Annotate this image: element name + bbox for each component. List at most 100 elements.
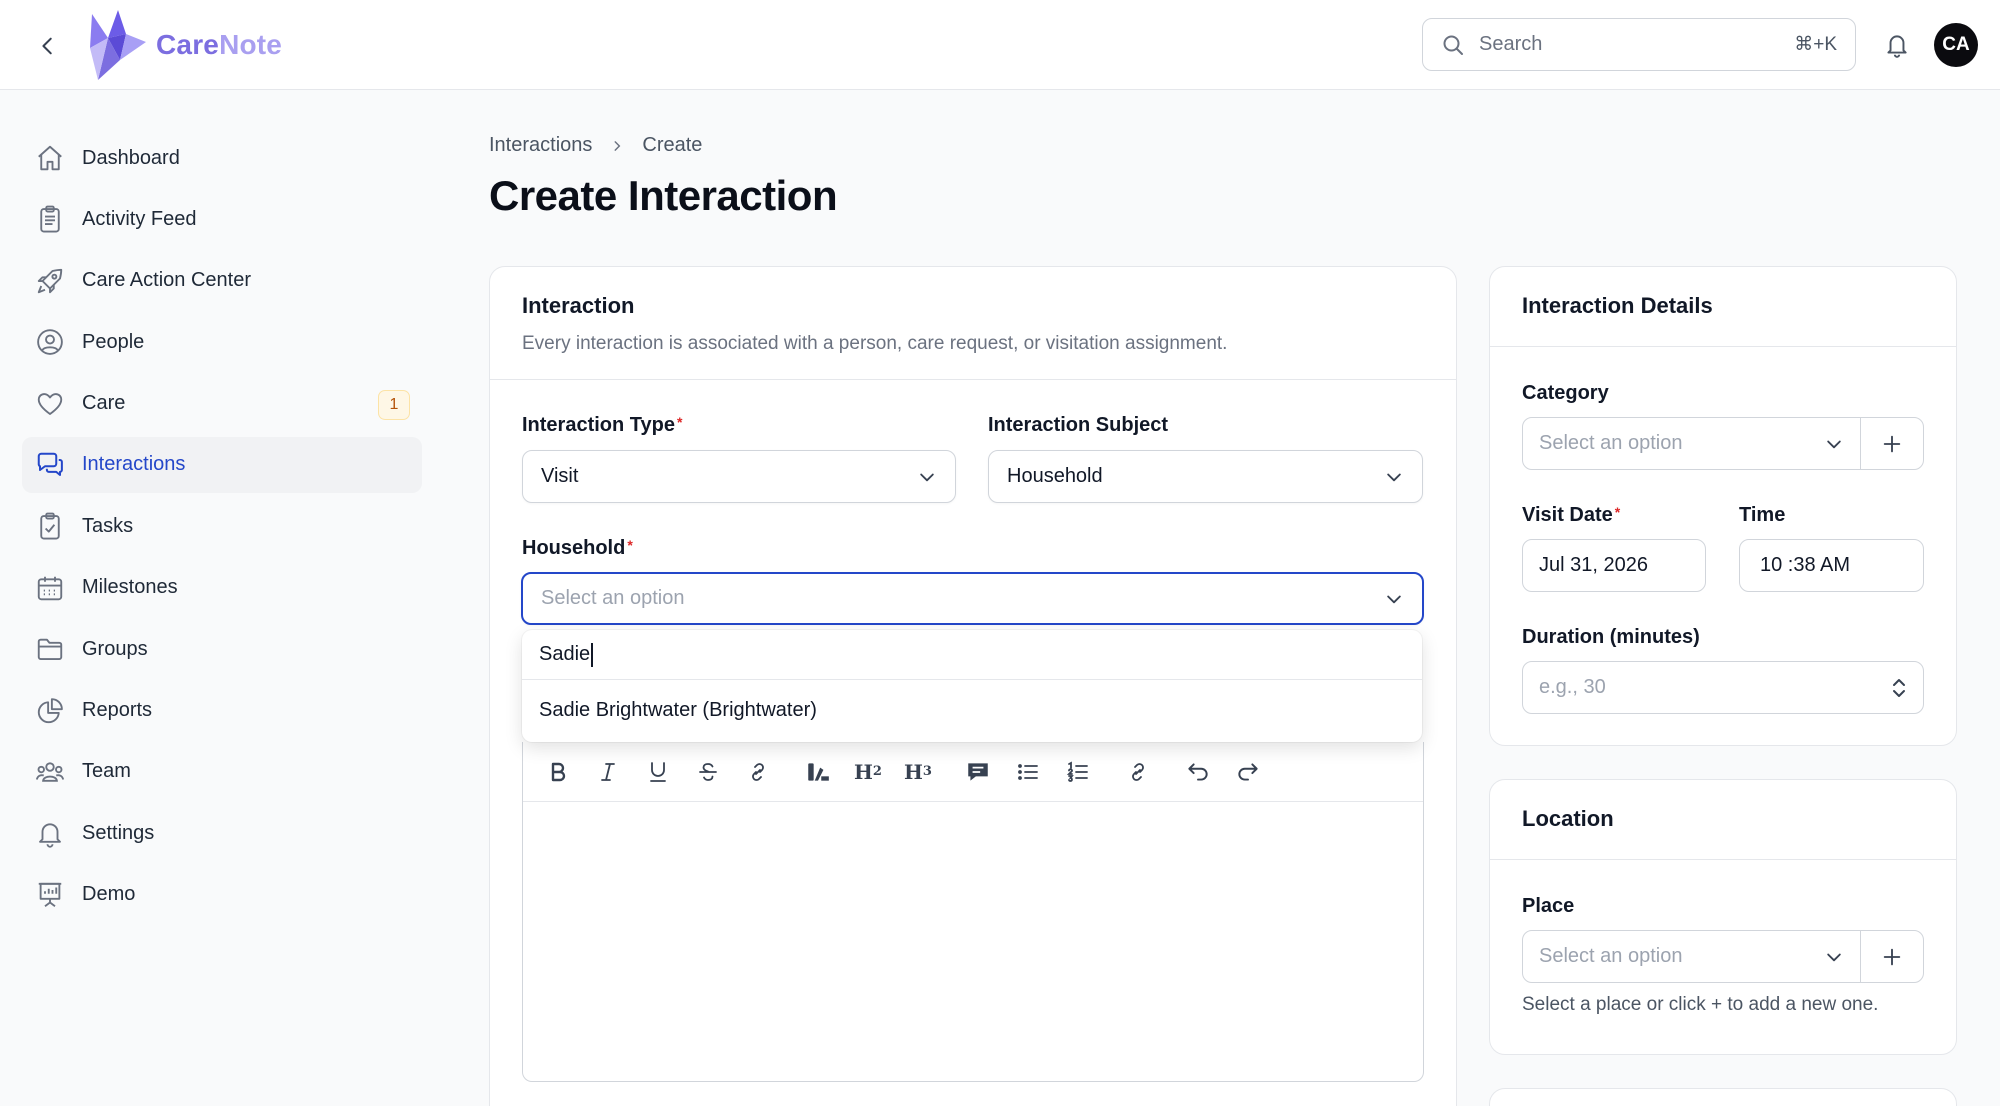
sidebar-item-people[interactable]: People [22,314,422,370]
visit-date-input[interactable]: Jul 31, 2026 [1522,539,1706,592]
place-placeholder: Select an option [1539,945,1683,967]
sidebar-item-label: Interactions [82,453,186,476]
sidebar-item-groups[interactable]: Groups [22,621,422,677]
sidebar-item-label: Demo [82,883,136,906]
bullet-list-icon [1018,763,1038,780]
heading-2-button[interactable]: H2 [847,751,889,793]
sidebar-item-label: People [82,330,145,353]
duration-placeholder: e.g., 30 [1539,676,1606,698]
quote-button[interactable] [957,751,999,793]
paperclip-link-icon [1132,762,1144,781]
sidebar-item-label: Team [82,760,131,783]
next-card-partial [1489,1088,1957,1106]
add-place-button[interactable] [1861,931,1923,982]
attach-button[interactable] [1117,751,1159,793]
place-combo: Select an option [1522,930,1924,983]
chevron-down-icon [1827,440,1841,448]
sidebar-item-milestones[interactable]: Milestones [22,560,422,616]
chevron-right-icon [610,139,624,153]
household-select[interactable]: Select an option [521,572,1424,625]
location-header: Location [1490,780,1956,860]
avatar[interactable]: CA [1934,23,1978,67]
rocket-icon [34,265,66,297]
interaction-details-title: Interaction Details [1522,293,1713,318]
interaction-type-label: Interaction Type * [522,414,683,436]
sidebar-item-interactions[interactable]: Interactions [22,436,422,493]
notifications-button[interactable] [1878,26,1916,64]
duration-label: Duration (minutes) [1522,626,1700,648]
chevron-down-icon [1387,595,1401,603]
chevron-down-icon [1387,473,1401,481]
strikethrough-button[interactable] [687,751,729,793]
sidebar-item-care-action-center[interactable]: Care Action Center [22,253,422,309]
category-label: Category [1522,382,1609,404]
interaction-subject-value: Household [1007,465,1103,487]
redo-icon [1238,762,1258,781]
bell-icon [1887,35,1907,58]
category-select[interactable]: Select an option [1523,418,1861,469]
underline-icon [650,761,666,782]
household-option[interactable]: Sadie Brightwater (Brightwater) [522,680,1422,740]
household-search-text: Sadie [539,643,591,665]
pie-chart-icon [34,695,66,727]
duration-input[interactable]: e.g., 30 [1522,661,1924,714]
redo-button[interactable] [1227,751,1269,793]
brand-logo[interactable]: CareNote [86,8,282,82]
time-input[interactable]: 10 :38 AM [1739,539,1924,592]
editor-toolbar: H2 H3 [523,742,1423,802]
stepper-icon[interactable] [1891,676,1907,700]
sidebar-item-settings[interactable]: Settings [22,805,422,861]
required-asterisk: * [1614,504,1621,520]
highlight-button[interactable] [797,751,839,793]
sidebar-item-demo[interactable]: Demo [22,867,422,923]
bell-settings-icon [34,817,66,849]
required-asterisk: * [677,414,683,430]
interaction-subject-select[interactable]: Household [988,450,1423,503]
italic-button[interactable] [587,751,629,793]
highlight-icon [808,762,829,781]
undo-button[interactable] [1177,751,1219,793]
sidebar-item-activity-feed[interactable]: Activity Feed [22,191,422,247]
add-category-button[interactable] [1861,418,1923,469]
search-input[interactable]: Search ⌘+K [1422,18,1856,71]
place-hint: Select a place or click + to add a new o… [1522,994,1879,1015]
underline-button[interactable] [637,751,679,793]
place-label: Place [1522,895,1575,917]
search-shortcut: ⌘+K [1794,34,1837,55]
sidebar-item-care[interactable]: Care 1 [22,376,422,432]
sidebar-item-label: Dashboard [82,146,180,169]
sidebar-item-tasks[interactable]: Tasks [22,498,422,554]
interaction-type-select[interactable]: Visit [522,450,956,503]
category-placeholder: Select an option [1539,432,1683,454]
sidebar-item-team[interactable]: Team [22,744,422,800]
category-combo: Select an option [1522,417,1924,470]
plus-icon [1883,435,1901,452]
bold-button[interactable] [537,751,579,793]
heading-3-button[interactable]: H3 [897,751,939,793]
sidebar-item-dashboard[interactable]: Dashboard [22,130,422,186]
interaction-card-title: Interaction [522,293,635,318]
text-caret [591,642,594,667]
time-value: 10 :38 AM [1760,554,1851,576]
bullet-list-button[interactable] [1007,751,1049,793]
numbered-list-button[interactable] [1057,751,1099,793]
calendar-icon [34,572,66,604]
household-placeholder: Select an option [541,587,685,609]
editor-content-area[interactable] [523,802,1423,1080]
bold-icon [551,762,566,781]
breadcrumb-link-interactions[interactable]: Interactions [489,134,592,157]
folder-icon [34,633,66,665]
place-select[interactable]: Select an option [1523,931,1861,982]
user-circle-icon [34,326,66,358]
household-search-input[interactable]: Sadie [522,630,1422,680]
top-bar: CareNote Search ⌘+K CA [0,0,2000,90]
interaction-subject-label: Interaction Subject [988,414,1169,436]
chevron-down-icon [920,473,934,481]
plus-icon [1883,948,1901,965]
numbered-list-icon [1066,761,1088,782]
sidebar-item-label: Care [82,392,126,415]
sidebar-item-reports[interactable]: Reports [22,683,422,739]
back-button[interactable] [30,28,66,64]
brand-name: CareNote [156,29,283,60]
link-button[interactable] [737,751,779,793]
